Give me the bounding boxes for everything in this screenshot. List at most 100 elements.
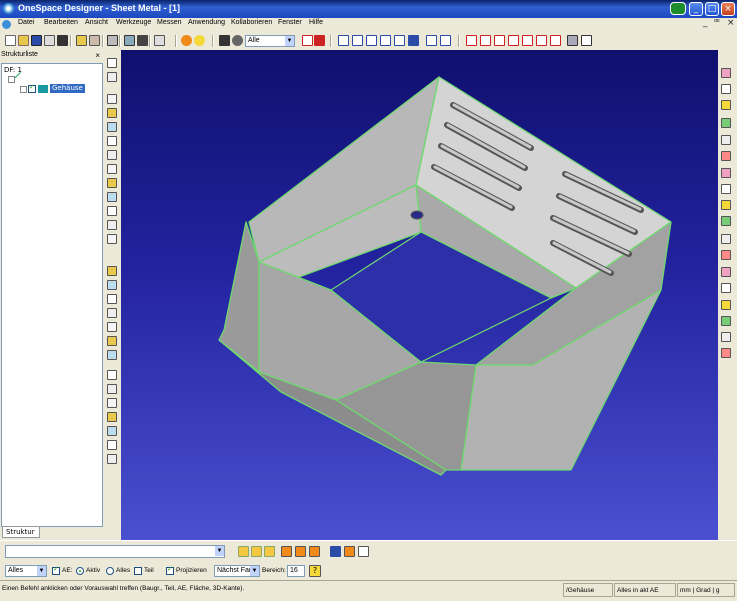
- feature-tool-icon[interactable]: [721, 151, 731, 161]
- modeling-tool-icon[interactable]: [107, 122, 117, 132]
- rotate-icon[interactable]: [394, 35, 405, 46]
- all-radio[interactable]: [106, 567, 114, 575]
- modeling-tool-icon[interactable]: [107, 206, 117, 216]
- maximize-button[interactable]: □: [705, 2, 719, 16]
- help-icon[interactable]: ?: [309, 565, 321, 577]
- select-filter-dropdown[interactable]: Alle ▼: [245, 35, 295, 47]
- help-icon[interactable]: [194, 35, 205, 46]
- mdi-minimize-button[interactable]: _: [703, 18, 708, 28]
- menu-anwendung[interactable]: Anwendung: [188, 19, 225, 26]
- dimension-vertical-icon[interactable]: [494, 35, 505, 46]
- project-checkbox[interactable]: [166, 565, 174, 575]
- modeling-tool-icon[interactable]: [107, 370, 117, 380]
- feature-tool-icon[interactable]: [721, 184, 731, 194]
- modeling-tool-icon[interactable]: [107, 220, 117, 230]
- copy-icon[interactable]: [76, 35, 87, 46]
- modeling-tool-icon[interactable]: [107, 58, 117, 68]
- record-icon[interactable]: [281, 546, 292, 557]
- catch-dropdown-icon[interactable]: [314, 35, 325, 46]
- modeling-tool-icon[interactable]: [107, 398, 117, 408]
- close-button[interactable]: ×: [721, 2, 735, 16]
- modeling-tool-icon[interactable]: [107, 454, 117, 464]
- annotation-icon[interactable]: [550, 35, 561, 46]
- open-folder-icon[interactable]: [18, 35, 29, 46]
- select-filter-icon[interactable]: [232, 35, 243, 46]
- ref-icon[interactable]: [264, 546, 275, 557]
- feature-tool-icon[interactable]: [721, 267, 731, 277]
- modeling-tool-icon[interactable]: [107, 178, 117, 188]
- menu-bearbeiten[interactable]: Bearbeiten: [44, 19, 78, 26]
- modeling-tool-icon[interactable]: [107, 426, 117, 436]
- feature-tool-icon[interactable]: [721, 200, 731, 210]
- open-macro-icon[interactable]: [358, 546, 369, 557]
- range-input[interactable]: 16: [287, 565, 305, 577]
- pan-icon[interactable]: [380, 35, 391, 46]
- feature-tool-icon[interactable]: [721, 316, 731, 326]
- paste-icon[interactable]: [89, 35, 100, 46]
- modeling-tool-icon[interactable]: [107, 412, 117, 422]
- undo-icon[interactable]: [154, 35, 165, 46]
- dimension-radius-icon[interactable]: [522, 35, 533, 46]
- modeling-tool-icon[interactable]: [107, 72, 117, 82]
- measure-icon[interactable]: [124, 35, 135, 46]
- feature-tool-icon[interactable]: [721, 100, 731, 110]
- dimension-horizontal-icon[interactable]: [480, 35, 491, 46]
- visibility-checkbox[interactable]: [28, 83, 36, 93]
- part-checkbox[interactable]: [134, 567, 142, 575]
- tab-structure[interactable]: Struktur: [2, 526, 40, 538]
- document-icon[interactable]: [2, 20, 11, 29]
- menu-messen[interactable]: Messen: [157, 19, 182, 26]
- properties-icon[interactable]: [581, 35, 592, 46]
- feature-tool-icon[interactable]: [721, 84, 731, 94]
- menu-werkzeuge[interactable]: Werkzeuge: [116, 19, 151, 26]
- modeling-tool-icon[interactable]: [107, 150, 117, 160]
- dimension-icon[interactable]: [466, 35, 477, 46]
- menu-fenster[interactable]: Fenster: [278, 19, 302, 26]
- feature-tool-icon[interactable]: [721, 348, 731, 358]
- feature-tool-icon[interactable]: [721, 300, 731, 310]
- dropdown-icon[interactable]: [137, 35, 148, 46]
- view-dropdown-icon[interactable]: [440, 35, 451, 46]
- print-preview-icon[interactable]: [107, 35, 118, 46]
- command-input[interactable]: ▼: [5, 545, 225, 558]
- menu-kollaborieren[interactable]: Kollaborieren: [231, 19, 272, 26]
- select-cursor-icon[interactable]: [219, 35, 230, 46]
- view-settings-icon[interactable]: [408, 35, 419, 46]
- modeling-tool-icon[interactable]: [107, 440, 117, 450]
- feature-tool-icon[interactable]: [721, 216, 731, 226]
- minimize-button[interactable]: _: [689, 2, 703, 16]
- new-file-icon[interactable]: [5, 35, 16, 46]
- close-icon[interactable]: ×: [95, 51, 100, 60]
- sheet-metal-part[interactable]: [121, 50, 718, 540]
- nearest-select[interactable]: Nächst Fan ▼: [214, 565, 260, 577]
- 3d-viewport[interactable]: [121, 50, 718, 540]
- modeling-tool-icon[interactable]: [107, 192, 117, 202]
- macro-icon[interactable]: [330, 546, 341, 557]
- catch-icon[interactable]: [302, 35, 313, 46]
- expand-icon[interactable]: [20, 86, 27, 93]
- modeling-tool-icon[interactable]: [107, 108, 117, 118]
- menu-ansicht[interactable]: Ansicht: [85, 19, 108, 26]
- modeling-tool-icon[interactable]: [107, 266, 117, 276]
- stop-record-icon[interactable]: [309, 546, 320, 557]
- feature-tool-icon[interactable]: [721, 332, 731, 342]
- feature-tool-icon[interactable]: [721, 234, 731, 244]
- scope-select[interactable]: Alles ▼: [5, 565, 47, 577]
- previous-view-icon[interactable]: [426, 35, 437, 46]
- modeling-tool-icon[interactable]: [107, 94, 117, 104]
- fit-view-icon[interactable]: [338, 35, 349, 46]
- modeling-tool-icon[interactable]: [107, 234, 117, 244]
- zoom-icon[interactable]: [366, 35, 377, 46]
- menu-datei[interactable]: Datei: [18, 19, 34, 26]
- modeling-tool-icon[interactable]: [107, 350, 117, 360]
- modeling-tool-icon[interactable]: [107, 336, 117, 346]
- feature-tool-icon[interactable]: [721, 135, 731, 145]
- dropdown-icon[interactable]: [57, 35, 68, 46]
- structure-tree[interactable]: DF: 1 Gehäuse: [1, 63, 103, 527]
- menu-hilfe[interactable]: Hilfe: [309, 19, 323, 26]
- modeling-tool-icon[interactable]: [107, 280, 117, 290]
- modeling-tool-icon[interactable]: [107, 308, 117, 318]
- modeling-tool-icon[interactable]: [107, 136, 117, 146]
- ref-icon[interactable]: [238, 546, 249, 557]
- feature-tool-icon[interactable]: [721, 283, 731, 293]
